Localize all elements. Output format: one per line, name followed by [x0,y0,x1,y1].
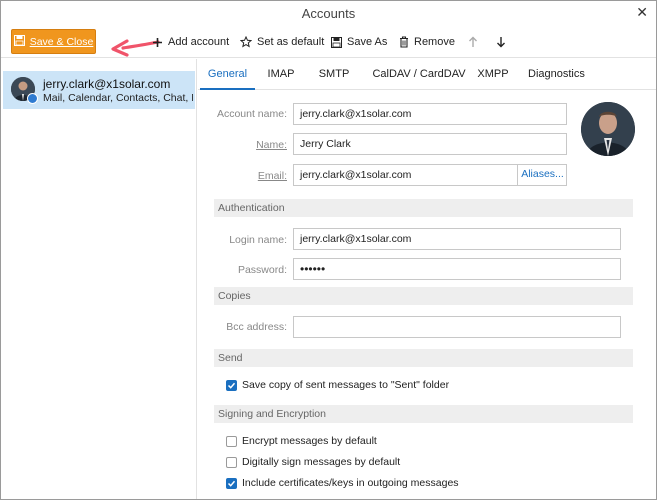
login-name-label: Login name: [229,234,287,246]
tab-smtp[interactable]: SMTP [316,59,352,90]
sign-label: Digitally sign messages by default [242,456,401,468]
include-certs-label: Include certificates/keys in outgoing me… [242,477,459,489]
login-name-field[interactable]: jerry.clark@x1solar.com [293,228,621,250]
encrypt-checkbox[interactable] [226,435,237,447]
remove-label: Remove [414,36,455,48]
account-email: jerry.clark@x1solar.com [43,77,171,91]
sign-checkbox[interactable] [226,456,237,468]
include-certs-checkbox-row[interactable]: Include certificates/keys in outgoing me… [226,475,459,491]
account-name-label: Account name: [216,108,287,120]
tab-caldav-carddav[interactable]: CalDAV / CardDAV [372,59,466,90]
bcc-address-field[interactable] [293,316,621,338]
save-copy-label: Save copy of sent messages to "Sent" fol… [242,379,450,391]
encrypt-label: Encrypt messages by default [242,435,377,447]
set-default-button[interactable]: Set as default [240,32,324,52]
aliases-button[interactable]: Aliases... [517,164,567,186]
password-field[interactable]: •••••• [293,258,621,280]
account-description: Mail, Calendar, Contacts, Chat, Not... [43,92,193,104]
authentication-section-header: Authentication [214,199,633,217]
signing-encryption-section-header: Signing and Encryption [214,405,633,423]
send-section-header: Send [214,349,633,367]
account-list-item[interactable]: jerry.clark@x1solar.com Mail, Calendar, … [3,71,195,109]
bcc-address-label: Bcc address: [226,321,287,333]
set-default-label: Set as default [257,36,325,48]
window-title: Accounts [301,6,356,21]
name-field[interactable]: Jerry Clark [293,133,567,155]
tab-bar: General IMAP SMTP CalDAV / CardDAV XMPP … [198,59,656,90]
trash-icon [399,36,409,48]
checkmark-icon [227,382,236,389]
title-bar: Accounts ✕ [1,1,656,26]
save-copy-checkbox-row[interactable]: Save copy of sent messages to "Sent" fol… [226,377,449,393]
encrypt-checkbox-row[interactable]: Encrypt messages by default [226,433,377,449]
account-name-field[interactable]: jerry.clark@x1solar.com [293,103,567,125]
arrow-down-icon[interactable] [496,32,506,52]
save-as-button[interactable]: Save As [331,32,387,52]
include-certs-checkbox[interactable] [226,477,237,489]
accounts-window: Accounts ✕ Save & Close Add account Set … [0,0,657,500]
account-list: jerry.clark@x1solar.com Mail, Calendar, … [1,59,197,499]
save-icon [13,34,25,49]
star-icon [240,36,252,48]
add-account-button[interactable]: Add account [152,32,229,52]
email-label: Email: [257,170,287,182]
checkmark-icon [227,480,236,487]
password-label: Password: [237,264,287,276]
close-icon[interactable]: ✕ [636,4,648,21]
account-type-badge [27,93,38,104]
tab-xmpp[interactable]: XMPP [477,59,509,90]
copies-section-header: Copies [214,287,633,305]
save-as-label: Save As [347,36,388,48]
remove-button[interactable]: Remove [399,32,455,52]
save-close-label: Save & Close [29,35,94,48]
profile-photo[interactable] [581,102,635,156]
arrow-up-icon[interactable] [468,32,478,52]
tab-general[interactable]: General [200,59,255,90]
tab-diagnostics[interactable]: Diagnostics [528,59,585,90]
save-close-button[interactable]: Save & Close [11,29,96,54]
plus-icon [152,37,163,48]
toolbar: Save & Close Add account Set as default … [1,26,656,58]
tab-imap[interactable]: IMAP [264,59,298,90]
save-as-icon [331,36,342,48]
sign-checkbox-row[interactable]: Digitally sign messages by default [226,454,400,470]
save-copy-checkbox[interactable] [226,379,237,391]
name-label: Name: [256,139,287,151]
add-account-label: Add account [168,36,230,48]
